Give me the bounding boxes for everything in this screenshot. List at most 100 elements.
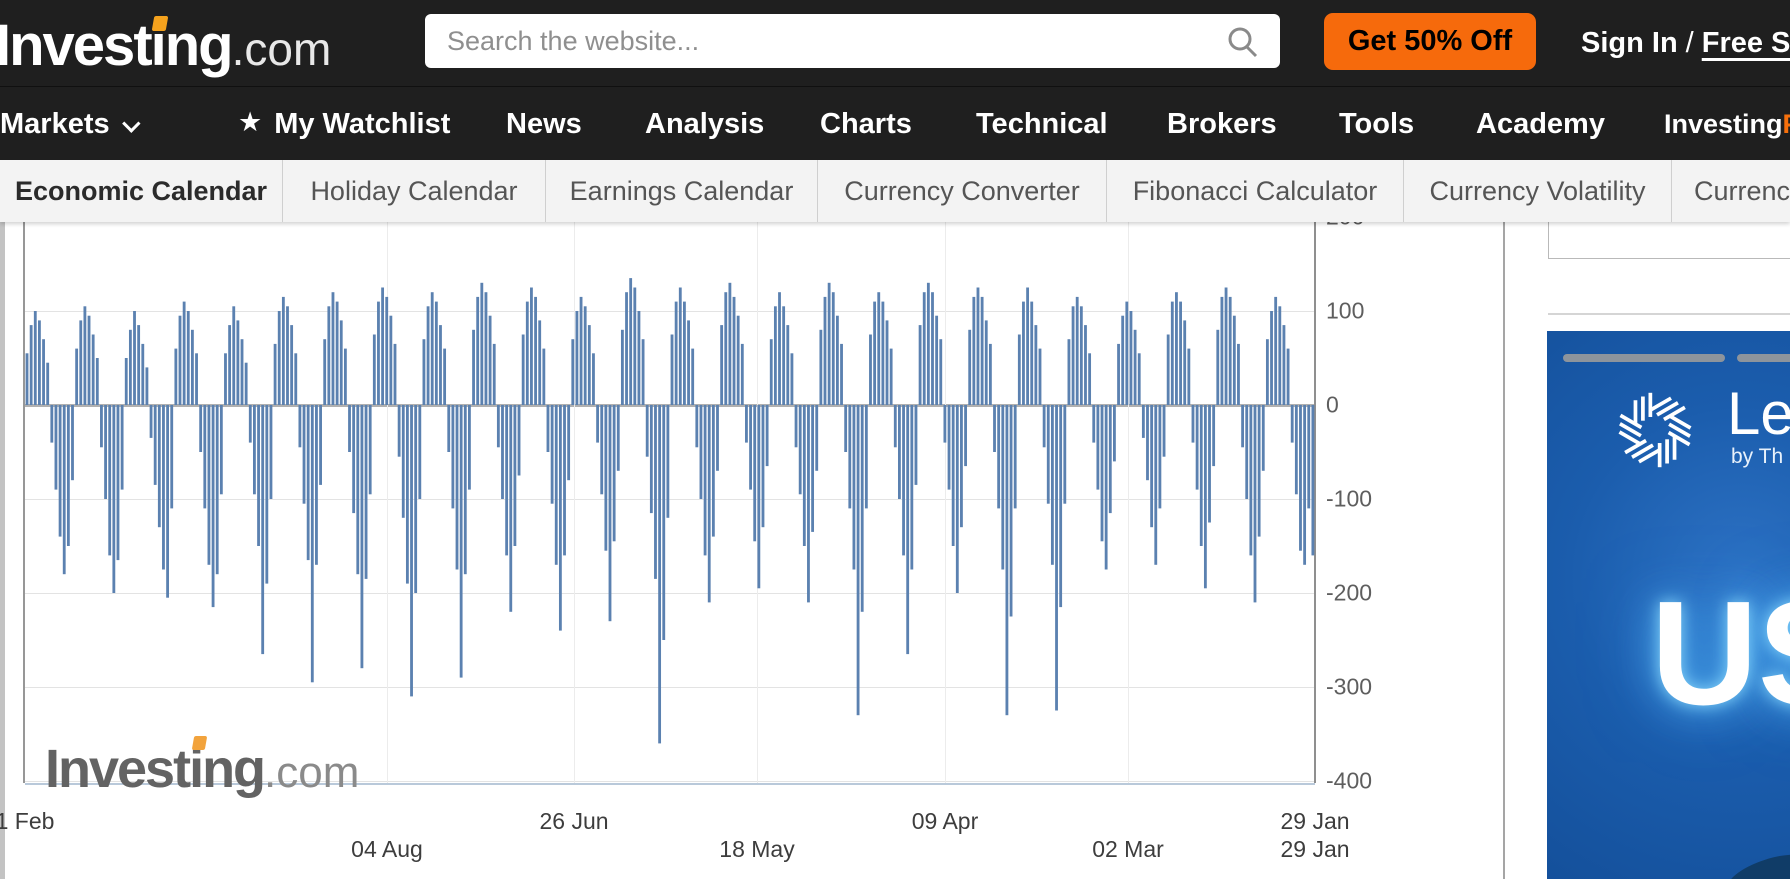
sidebar-widget-box[interactable] [1548, 222, 1790, 259]
nav-item-news[interactable]: News [506, 87, 582, 161]
y-tick-label: 0 [1326, 392, 1339, 419]
bar [1262, 405, 1265, 471]
bar [1192, 405, 1195, 443]
nav-item-tools[interactable]: Tools [1339, 87, 1414, 161]
bar [1063, 405, 1066, 504]
bar [451, 405, 454, 508]
top-header: Investing.com Get 50% Off Sign In / Free… [0, 0, 1790, 86]
subnav-tab-earnings-calendar[interactable]: Earnings Calendar [546, 160, 818, 222]
bar [778, 292, 781, 405]
bar [906, 405, 909, 654]
y-tick-label: -100 [1326, 486, 1372, 513]
bar [1092, 405, 1095, 443]
investing-logo[interactable]: Investing.com [0, 12, 331, 79]
subnav-tab-currency-converter[interactable]: Currency Converter [818, 160, 1107, 222]
bar [141, 344, 144, 405]
bar [691, 349, 694, 405]
bar [890, 349, 893, 405]
bar [683, 302, 686, 405]
nav-item-label: Markets [0, 108, 110, 140]
bar [220, 405, 223, 494]
bar [154, 405, 157, 485]
search-input[interactable] [425, 14, 1280, 68]
bar [596, 405, 599, 443]
nav-item-label: News [506, 108, 582, 140]
bar [869, 335, 872, 406]
bar [1084, 325, 1087, 405]
bar [125, 358, 128, 405]
bar [1055, 405, 1058, 711]
nav-item-investingpro-logo[interactable]: InvestingPro [1664, 87, 1790, 161]
bar [501, 405, 504, 499]
content-left-border [0, 222, 5, 879]
free-sign-up-link[interactable]: Free Si [1702, 27, 1790, 60]
bar [1068, 339, 1071, 405]
nav-item-academy[interactable]: Academy [1476, 87, 1605, 161]
subnav-tab-economic-calendar[interactable]: Economic Calendar [0, 160, 283, 222]
bar [385, 297, 388, 405]
ad-placeholder-bar [1563, 354, 1725, 362]
bar [671, 335, 674, 406]
bar [232, 306, 235, 405]
bar [981, 297, 984, 405]
bar [377, 302, 380, 405]
main-navigation: Markets ★My Watchlist News Analysis Charts Te… [0, 86, 1790, 160]
x-tick-label: 29 Jan [1280, 808, 1349, 835]
bar [766, 405, 769, 466]
nav-item-brokers[interactable]: Brokers [1167, 87, 1277, 161]
nav-item-markets[interactable]: Markets [0, 87, 135, 161]
bar [704, 405, 707, 555]
bar [662, 405, 665, 640]
bar [518, 405, 521, 476]
bar [1196, 405, 1199, 490]
bar [369, 405, 372, 494]
bar [224, 353, 227, 405]
bar [245, 363, 248, 405]
bar [1034, 325, 1037, 405]
bar [828, 283, 831, 405]
subnav-tab-holiday-calendar[interactable]: Holiday Calendar [283, 160, 546, 222]
logo-text: Investing [0, 13, 232, 78]
subnav-tab-currenc[interactable]: Currenc [1672, 160, 1790, 222]
bar [795, 405, 798, 447]
search-icon[interactable] [1226, 26, 1260, 63]
nav-item-technical[interactable]: Technical [976, 87, 1108, 161]
bar [873, 302, 876, 405]
bar [658, 405, 661, 743]
bar [563, 405, 566, 555]
bar [654, 405, 657, 579]
bar [63, 405, 66, 574]
bar [1187, 349, 1190, 405]
bar [356, 405, 359, 574]
subnav-tab-fibonacci-calculator[interactable]: Fibonacci Calculator [1107, 160, 1404, 222]
bar [447, 405, 450, 452]
bar [1014, 405, 1017, 508]
bar [489, 316, 492, 405]
bar [1163, 405, 1166, 457]
bar [352, 405, 355, 513]
x-tick-label: 04 Aug [351, 836, 423, 863]
bar [815, 405, 818, 471]
advertisement-panel[interactable]: Le by Th US [1547, 331, 1790, 879]
bar [485, 292, 488, 405]
bar [464, 405, 467, 574]
nav-item-analysis[interactable]: Analysis [645, 87, 764, 161]
subnav-tab-currency-volatility[interactable]: Currency Volatility [1404, 160, 1672, 222]
bar [650, 405, 653, 513]
bar [853, 405, 856, 570]
get-discount-button[interactable]: Get 50% Off [1324, 13, 1536, 70]
bar [646, 405, 649, 457]
y-tick-label: -200 [1326, 580, 1372, 607]
nav-item-label: Analysis [645, 108, 764, 140]
sign-in-link[interactable]: Sign In [1581, 27, 1678, 60]
nav-item-my-watchlist[interactable]: ★My Watchlist [238, 87, 450, 161]
economic-events-bar-chart[interactable] [25, 222, 1315, 783]
bar [720, 325, 723, 405]
bar [1237, 344, 1240, 405]
bar [679, 288, 682, 406]
ad-headline-text: US [1651, 569, 1790, 739]
nav-item-charts[interactable]: Charts [820, 87, 912, 161]
bar [1175, 292, 1178, 405]
bar [923, 292, 926, 405]
bar [960, 405, 963, 527]
